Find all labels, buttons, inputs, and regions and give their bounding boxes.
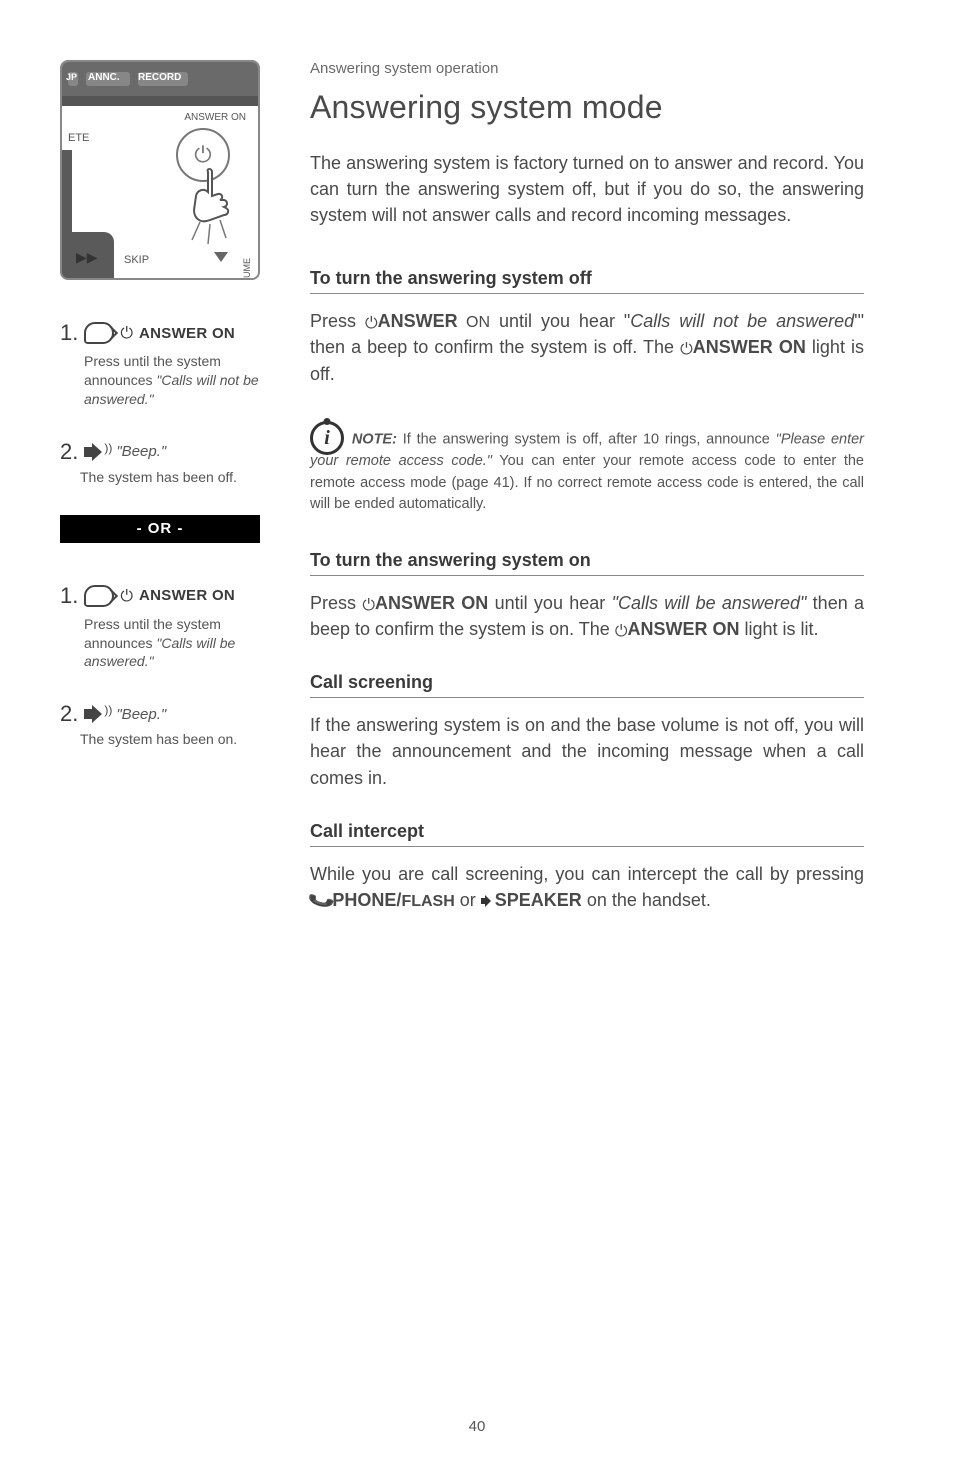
device-label-answer-on: ANSWER ON: [184, 112, 246, 123]
volume-down-icon: [214, 252, 228, 262]
note-block: i NOTE: If the answering system is off, …: [310, 417, 864, 516]
text-bold: ANSWER ON: [693, 337, 806, 357]
device-illustration: JP ANNC. RECORD ETE ANSWER ON ⏻ SKIP: [60, 60, 260, 280]
step-number: 2.: [60, 439, 78, 465]
or-divider: - OR -: [60, 515, 260, 543]
text: until you hear: [488, 593, 611, 613]
answer-on-label: ANSWER ON: [139, 587, 235, 604]
paragraph-turn-on: Press ⏻ANSWER ON until you hear "Calls w…: [310, 590, 864, 642]
beep-text: "Beep.": [116, 706, 166, 723]
paragraph-call-screening: If the answering system is on and the ba…: [310, 712, 864, 790]
power-icon: ⏻: [615, 623, 628, 640]
text: or: [455, 890, 481, 910]
text-bold: ANSWER ON: [627, 619, 739, 639]
text-smallcaps: ON: [458, 314, 490, 331]
text: Press: [310, 593, 362, 613]
text: Press: [310, 311, 365, 331]
text-bold: PHONE/: [332, 890, 401, 910]
power-icon: ⏻: [680, 341, 693, 358]
info-icon: i: [310, 421, 344, 455]
device-label-volume: VOLUME: [242, 258, 252, 280]
text-bold: ANSWER ON: [375, 593, 488, 613]
text: light is lit.: [739, 619, 818, 639]
text-italic: Calls will not be answered: [630, 311, 854, 331]
text: until you hear ": [490, 311, 630, 331]
heading-turn-off: To turn the answering system off: [310, 268, 864, 294]
step-number: 1.: [60, 583, 78, 609]
heading-turn-on: To turn the answering system on: [310, 550, 864, 576]
device-label-ete: ETE: [68, 132, 89, 144]
step-number: 2.: [60, 701, 78, 727]
power-icon: ⏻: [120, 588, 133, 606]
step-sub-note: The system has been on.: [60, 731, 280, 747]
power-icon: ⏻: [365, 315, 378, 332]
text: While you are call screening, you can in…: [310, 864, 864, 884]
skip-forward-icon: ▶▶: [76, 249, 98, 266]
step-on-2: 2. )) "Beep." The system has been on.: [60, 701, 280, 747]
paragraph-turn-off: Press ⏻ANSWER ON until you hear "Calls w…: [310, 308, 864, 386]
section-breadcrumb: Answering system operation: [310, 60, 864, 77]
beep-text: "Beep.": [116, 443, 166, 460]
paragraph-call-intercept: While you are call screening, you can in…: [310, 861, 864, 913]
text-italic: "Calls will be answered": [612, 593, 807, 613]
note-label: NOTE:: [352, 431, 397, 447]
power-icon: ⏻: [194, 142, 211, 168]
intro-paragraph: The answering system is factory turned o…: [310, 150, 864, 228]
text: on the handset.: [582, 890, 711, 910]
text-smallcaps: FLASH: [401, 893, 454, 910]
speaker-icon: )): [84, 441, 106, 463]
power-icon: ⏻: [120, 325, 133, 343]
device-top-bar: JP ANNC. RECORD: [62, 62, 258, 96]
text-bold: SPEAKER: [495, 890, 582, 910]
device-label-skip: SKIP: [124, 254, 149, 266]
pointing-hand-icon: [180, 166, 240, 246]
page-number: 40: [469, 1418, 486, 1435]
note-text: If the answering system is off, after 10…: [397, 431, 776, 447]
press-icon: [84, 585, 114, 607]
step-number: 1.: [60, 320, 78, 346]
speaker-icon: [481, 895, 495, 907]
step-on-1: 1. ⏻ ANSWER ON Press until the system an…: [60, 583, 280, 672]
step-off-1: 1. ⏻ ANSWER ON Press until the system an…: [60, 320, 280, 409]
heading-call-intercept: Call intercept: [310, 821, 864, 847]
text-bold: ANSWER: [378, 311, 458, 331]
speaker-icon: )): [84, 703, 106, 725]
press-icon: [84, 322, 114, 344]
step-sub-note: The system has been off.: [60, 469, 280, 485]
page-title: Answering system mode: [310, 89, 864, 126]
step-off-2: 2. )) "Beep." The system has been off.: [60, 439, 280, 485]
phone-icon: 📞: [305, 883, 337, 917]
power-icon: ⏻: [362, 597, 375, 614]
answer-on-label: ANSWER ON: [139, 325, 235, 342]
heading-call-screening: Call screening: [310, 672, 864, 698]
